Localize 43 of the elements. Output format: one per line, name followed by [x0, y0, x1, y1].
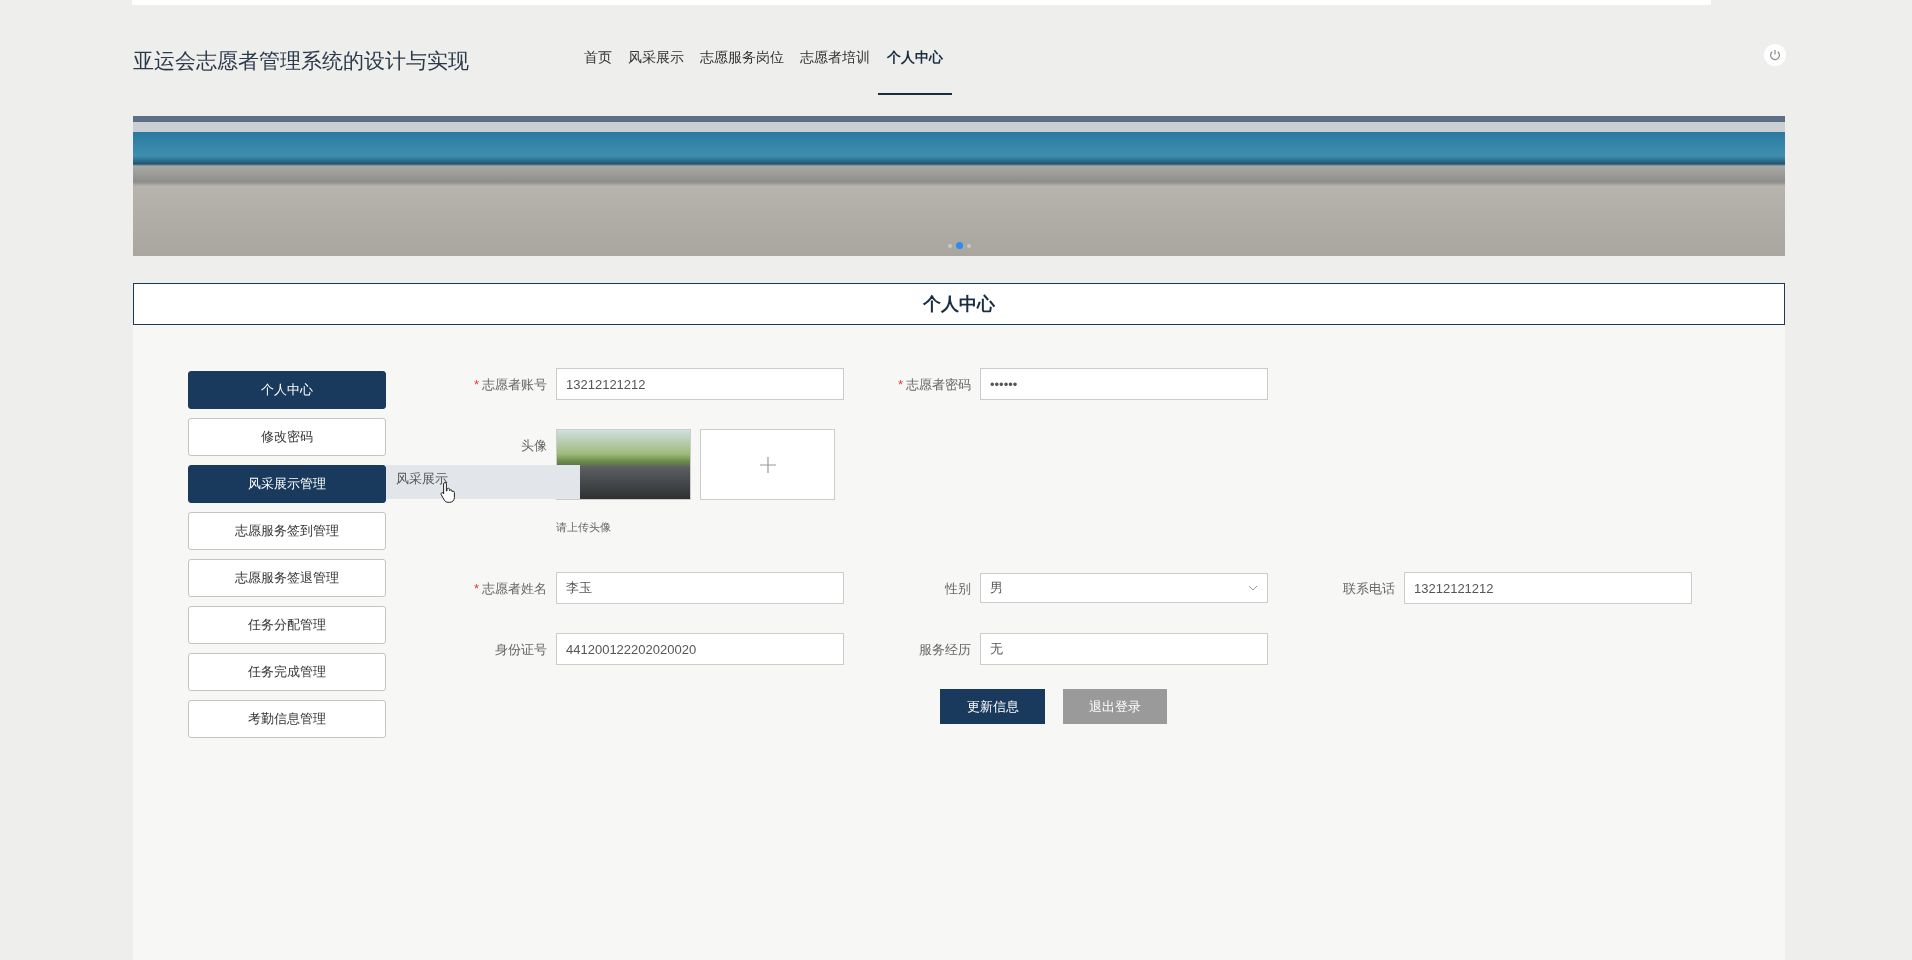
input-field[interactable]: 13212121212 [1404, 572, 1692, 604]
panel-title: 个人中心 [133, 283, 1785, 325]
field-label: 性别 [945, 581, 971, 596]
chevron-down-icon [1248, 585, 1258, 591]
password-field[interactable]: •••••• [980, 368, 1268, 400]
upload-box[interactable] [700, 429, 835, 500]
field-label: 头像 [521, 438, 547, 453]
input-field[interactable]: 441200122202020020 [556, 633, 844, 665]
field-label: 志愿者密码 [906, 377, 971, 392]
sidebar-item[interactable]: 风采展示管理 [188, 465, 386, 503]
field-label: 身份证号 [495, 642, 547, 657]
nav-tab[interactable]: 志愿服务岗位 [692, 22, 792, 95]
update-button[interactable]: 更新信息 [940, 689, 1045, 724]
carousel-dot[interactable] [955, 242, 963, 249]
nav-tab[interactable]: 风采展示 [620, 22, 692, 95]
carousel-dot[interactable] [966, 243, 971, 248]
sidebar-item[interactable]: 考勤信息管理 [188, 700, 386, 738]
sidebar-item[interactable]: 任务分配管理 [188, 606, 386, 644]
required-asterisk: * [473, 581, 479, 596]
sidebar-item[interactable]: 志愿服务签到管理 [188, 512, 386, 550]
input-field[interactable]: 13212121212 [556, 368, 844, 400]
upload-hint: 请上传头像 [556, 520, 612, 535]
site-title: 亚运会志愿者管理系统的设计与实现 [133, 47, 470, 74]
field-label: 志愿者账号 [482, 377, 547, 392]
sidebar-item[interactable]: 任务完成管理 [188, 653, 386, 691]
input-field[interactable]: 无 [980, 633, 1268, 665]
sidebar-item[interactable]: 个人中心 [188, 371, 386, 409]
power-icon[interactable] [1764, 44, 1786, 66]
submenu-item[interactable]: 风采展示 [386, 465, 580, 499]
input-field[interactable]: 李玉 [556, 572, 844, 604]
field-label: 志愿者姓名 [482, 581, 547, 596]
plus-icon [759, 456, 776, 473]
nav-tab[interactable]: 首页 [576, 22, 620, 95]
sidebar-item[interactable]: 志愿服务签退管理 [188, 559, 386, 597]
field-label: 联系电话 [1343, 581, 1395, 596]
sidebar-item[interactable]: 修改密码 [188, 418, 386, 456]
carousel-dot[interactable] [947, 243, 952, 248]
select-field[interactable]: 男 [980, 573, 1268, 603]
required-asterisk: * [473, 377, 479, 392]
required-asterisk: * [897, 377, 903, 392]
field-label: 服务经历 [919, 642, 971, 657]
nav-tab[interactable]: 志愿者培训 [792, 22, 878, 95]
nav-tab[interactable]: 个人中心 [878, 22, 952, 95]
